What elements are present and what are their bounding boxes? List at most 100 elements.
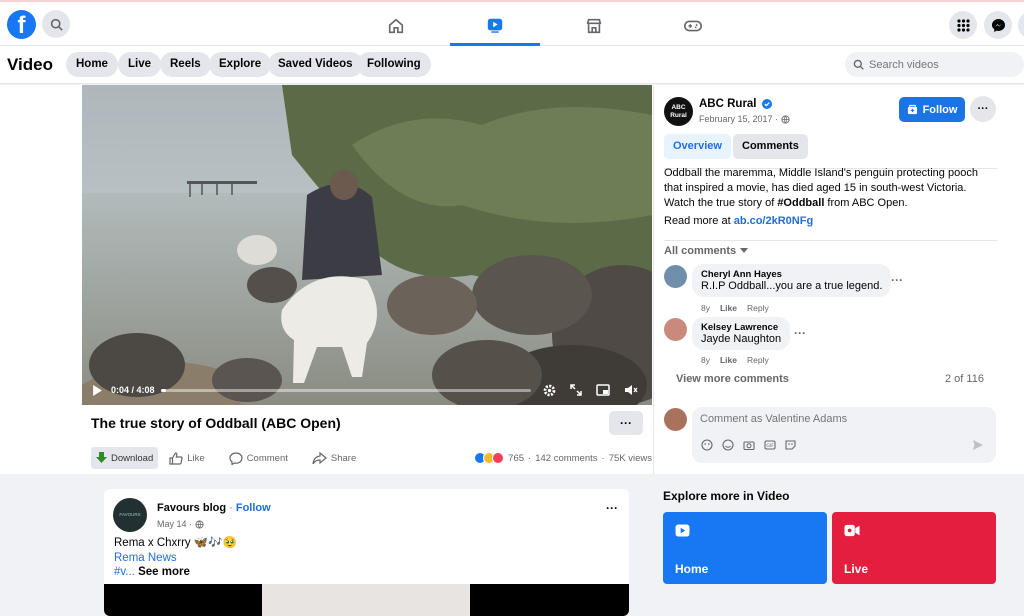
profile-button[interactable] bbox=[1018, 11, 1024, 39]
messenger-button[interactable] bbox=[984, 11, 1012, 39]
explore-home-card[interactable]: Home bbox=[663, 512, 827, 584]
search-button[interactable] bbox=[42, 10, 70, 38]
oddball-hashtag[interactable]: #Oddball bbox=[777, 197, 824, 209]
reaction-count[interactable]: 765 bbox=[508, 453, 524, 464]
follow-button[interactable]: Follow bbox=[899, 97, 965, 122]
tab-home[interactable]: Home bbox=[66, 52, 118, 77]
video-details-panel: ABC Rural ABC Rural February 15, 2017 · … bbox=[653, 85, 1024, 474]
divider bbox=[664, 240, 997, 241]
comment-more-options[interactable]: ··· bbox=[794, 326, 806, 340]
rema-news-link[interactable]: Rema News bbox=[114, 551, 237, 566]
reaction-icons[interactable] bbox=[474, 452, 505, 464]
comment-button[interactable]: Comment bbox=[224, 447, 293, 469]
tab-overview[interactable]: Overview bbox=[664, 134, 731, 159]
sticker-icon[interactable] bbox=[785, 439, 797, 451]
search-videos-input[interactable] bbox=[869, 58, 1009, 71]
video-frame-image bbox=[82, 85, 652, 405]
commenter-name[interactable]: Cheryl Ann Hayes bbox=[701, 269, 882, 280]
thumbs-up-icon bbox=[169, 451, 183, 465]
page-avatar[interactable]: ABC Rural bbox=[664, 97, 693, 126]
avatar-sticker-icon[interactable] bbox=[701, 439, 713, 451]
page-name-row: ABC Rural bbox=[699, 98, 772, 110]
read-more-link[interactable]: ab.co/2kR0NFg bbox=[734, 215, 813, 227]
facebook-logo[interactable]: f bbox=[7, 10, 36, 39]
expand-icon[interactable] bbox=[569, 384, 582, 396]
video-player[interactable]: 0:04 / 4:08 bbox=[82, 85, 652, 405]
comment-more-options[interactable]: ··· bbox=[891, 273, 903, 287]
hashtag-link[interactable]: #v... bbox=[114, 566, 135, 578]
download-label: Download bbox=[111, 452, 154, 464]
globe-icon bbox=[195, 519, 204, 529]
commenter-name[interactable]: Kelsey Lawrence bbox=[701, 322, 781, 333]
view-more-comments-link[interactable]: View more comments bbox=[676, 373, 789, 385]
comment-bubble: Cheryl Ann Hayes R.I.P Oddball...you are… bbox=[692, 264, 892, 297]
read-more-row: Read more at ab.co/2kR0NFg bbox=[664, 215, 813, 227]
menu-grid-icon bbox=[956, 18, 970, 32]
feed-post-date[interactable]: May 14 · bbox=[157, 519, 192, 529]
comments-pagination: 2 of 116 bbox=[945, 373, 984, 385]
settings-gear-icon[interactable] bbox=[543, 384, 556, 397]
post-date[interactable]: February 15, 2017 · bbox=[699, 114, 778, 124]
feed-author-name[interactable]: Favours blog bbox=[157, 502, 226, 514]
send-icon[interactable] bbox=[972, 439, 984, 451]
video-timestamp: 0:04 / 4:08 bbox=[111, 385, 155, 395]
messenger-icon bbox=[991, 18, 1005, 32]
like-button[interactable]: Like bbox=[164, 447, 209, 469]
play-icon[interactable] bbox=[92, 384, 103, 396]
commenter-avatar[interactable] bbox=[664, 318, 687, 341]
feed-post-avatar[interactable]: FAVOURS BLOG bbox=[113, 498, 147, 532]
current-user-avatar[interactable] bbox=[664, 408, 687, 431]
page-name[interactable]: ABC Rural bbox=[699, 98, 757, 110]
feed-follow-link[interactable]: Follow bbox=[236, 502, 271, 514]
download-button[interactable]: Download bbox=[91, 447, 159, 469]
nav-home[interactable] bbox=[351, 6, 441, 46]
nav-video[interactable] bbox=[450, 6, 540, 46]
home-icon bbox=[388, 18, 404, 34]
description-text-end: from ABC Open. bbox=[824, 197, 908, 209]
comment-input[interactable] bbox=[700, 413, 980, 425]
video-feed-section: FAVOURS BLOG Favours blog · Follow May 1… bbox=[0, 474, 1024, 616]
share-label: Share bbox=[330, 452, 357, 464]
nav-gaming[interactable] bbox=[648, 6, 738, 46]
svg-text:GIF: GIF bbox=[766, 443, 774, 449]
post-description: Oddball the maremma, Middle Island's pen… bbox=[664, 166, 999, 211]
tab-following[interactable]: Following bbox=[357, 52, 431, 77]
volume-muted-icon[interactable] bbox=[624, 384, 638, 396]
menu-button[interactable] bbox=[949, 11, 977, 39]
tagged-user-link[interactable]: Jayde Naughton bbox=[701, 333, 781, 345]
tab-comments[interactable]: Comments bbox=[733, 134, 808, 159]
comment-like-button[interactable]: Like bbox=[720, 355, 737, 365]
comments-count[interactable]: 142 comments bbox=[535, 453, 597, 464]
nav-marketplace[interactable] bbox=[549, 6, 639, 46]
video-progress-bar[interactable] bbox=[160, 388, 531, 392]
more-dots-icon: ··· bbox=[620, 416, 632, 430]
gif-icon[interactable]: GIF bbox=[764, 439, 776, 451]
tab-reels[interactable]: Reels bbox=[160, 52, 211, 77]
video-action-bar: Download Like Comment Share 765 · 142 co… bbox=[91, 446, 652, 470]
comment-text: R.I.P Oddball...you are a true legend. bbox=[701, 280, 883, 292]
see-more-link[interactable]: See more bbox=[135, 566, 190, 578]
feed-video-player[interactable] bbox=[104, 584, 629, 616]
emoji-icon[interactable] bbox=[722, 439, 734, 451]
comments-filter-dropdown[interactable]: All comments bbox=[664, 245, 749, 257]
camera-icon[interactable] bbox=[743, 439, 755, 451]
gaming-icon bbox=[684, 20, 702, 32]
comment-composer: GIF bbox=[692, 407, 996, 463]
feed-post-more-options[interactable]: ··· bbox=[606, 501, 618, 515]
live-video-icon bbox=[844, 524, 860, 537]
share-button[interactable]: Share bbox=[307, 447, 361, 469]
comment-reply-button[interactable]: Reply bbox=[747, 355, 769, 365]
tab-saved-videos[interactable]: Saved Videos bbox=[268, 52, 363, 77]
comment-like-button[interactable]: Like bbox=[720, 303, 737, 313]
tab-live[interactable]: Live bbox=[118, 52, 162, 77]
comment-bubble: Kelsey Lawrence Jayde Naughton bbox=[692, 317, 791, 350]
page-more-options-button[interactable]: ··· bbox=[970, 96, 996, 122]
video-more-options-button[interactable]: ··· bbox=[609, 411, 643, 435]
comment-reply-button[interactable]: Reply bbox=[747, 303, 769, 313]
caret-down-icon bbox=[740, 248, 749, 253]
explore-home-label: Home bbox=[675, 562, 709, 576]
tab-explore[interactable]: Explore bbox=[209, 52, 272, 77]
commenter-avatar[interactable] bbox=[664, 265, 687, 288]
explore-live-card[interactable]: Live bbox=[832, 512, 996, 584]
picture-in-picture-icon[interactable] bbox=[595, 384, 610, 396]
